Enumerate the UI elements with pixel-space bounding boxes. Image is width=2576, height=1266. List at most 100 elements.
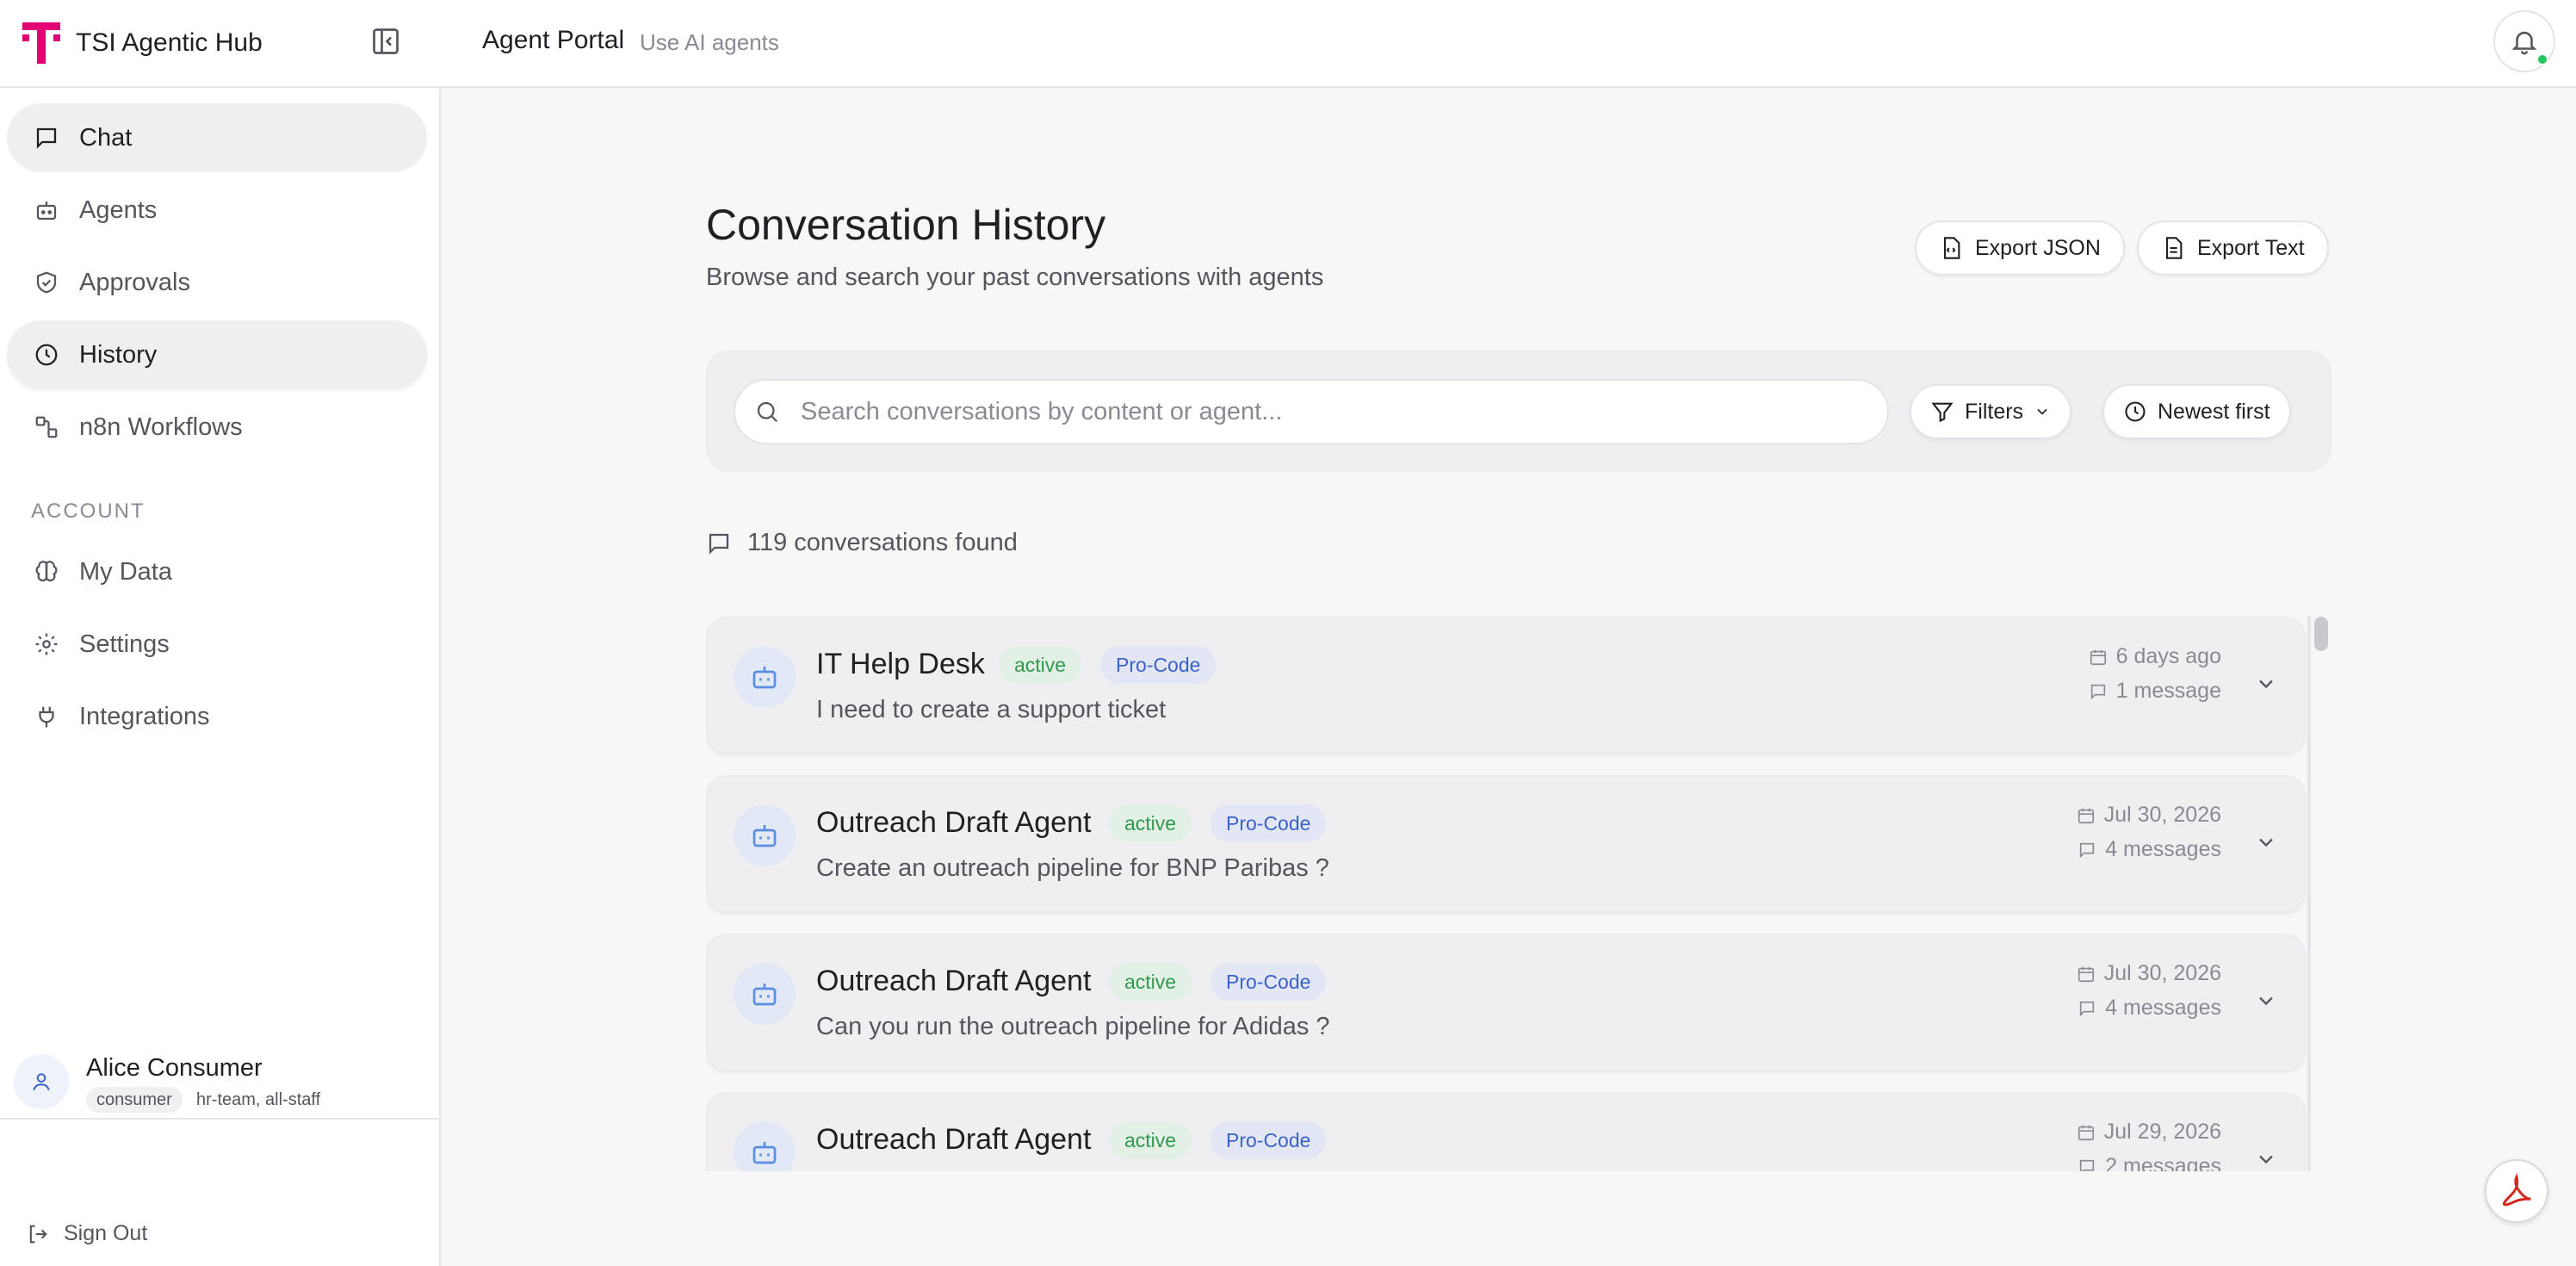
chat-bubble-icon [2089, 682, 2108, 701]
sidebar-item-label: My Data [79, 557, 172, 586]
conversation-date-label: Jul 29, 2026 [2103, 1120, 2221, 1144]
chevron-down-icon[interactable] [2254, 830, 2278, 854]
sidebar-item-history[interactable]: History [7, 320, 427, 389]
page-title: Conversation History [706, 201, 1106, 249]
conversation-message-count: 4 messages [2078, 837, 2221, 862]
notifications-button[interactable] [2493, 10, 2555, 72]
conversation-card[interactable]: Outreach Draft Agent active Pro-Code Cre… [706, 775, 2306, 913]
sidebar-item-label: Settings [79, 630, 170, 658]
portal-subtitle: Use AI agents [640, 29, 779, 55]
workflow-icon [33, 413, 60, 441]
chat-bubble-icon [2078, 1157, 2096, 1171]
file-code-icon [1939, 236, 1963, 260]
sign-out-label: Sign Out [64, 1221, 148, 1245]
plug-icon [33, 703, 60, 730]
conversation-preview: I need to create a support ticket [816, 696, 1167, 723]
conversation-message-count: 1 message [2089, 679, 2221, 704]
conversation-message-count: 2 messages [2078, 1154, 2221, 1171]
portal-title: Agent Portal [482, 26, 625, 54]
chat-bubble-icon [709, 533, 729, 555]
brand[interactable]: TSI Agentic Hub [22, 19, 263, 67]
export-text-label: Export Text [2197, 235, 2305, 260]
scrollbar-track[interactable] [2307, 617, 2311, 1171]
chat-bubble-icon [33, 124, 60, 152]
filters-label: Filters [1965, 399, 2024, 424]
sidebar-item-chat[interactable]: Chat [7, 103, 427, 172]
gear-icon [33, 630, 60, 658]
conversation-message-count-label: 4 messages [2105, 996, 2221, 1020]
online-status-dot [2536, 53, 2548, 65]
conversation-message-count-label: 4 messages [2105, 837, 2221, 861]
acrobat-pdf-icon [2502, 1173, 2531, 1207]
sidebar-item-n8n-workflows[interactable]: n8n Workflows [7, 393, 427, 462]
conversation-agent-name: Outreach Draft Agent [816, 806, 1092, 839]
calendar-icon [2077, 965, 2096, 984]
sidebar-item-label: Approvals [79, 268, 190, 296]
sidebar-item-label: n8n Workflows [79, 413, 243, 441]
type-badge: Pro-Code [1100, 646, 1217, 684]
search-field[interactable] [734, 379, 1889, 444]
conversation-preview: Can you run the outreach pipeline for Ad… [816, 1013, 1330, 1040]
sidebar-item-approvals[interactable]: Approvals [7, 248, 427, 317]
account-section-label: ACCOUNT [31, 500, 146, 523]
conversation-date: 6 days ago [2089, 644, 2221, 669]
robot-icon [734, 1121, 796, 1171]
export-text-button[interactable]: Export Text [2137, 220, 2329, 276]
bell-icon [2511, 31, 2537, 55]
search-icon [757, 401, 778, 423]
user-icon [33, 1073, 50, 1091]
sidebar-item-agents[interactable]: Agents [7, 176, 427, 245]
status-badge: active [999, 646, 1082, 684]
conversation-agent-name: Outreach Draft Agent [816, 965, 1092, 997]
clock-icon [33, 341, 60, 369]
scrollbar-thumb[interactable] [2314, 617, 2328, 651]
chat-bubble-icon [2078, 999, 2096, 1018]
status-badge: active [1109, 804, 1192, 842]
type-badge: Pro-Code [1211, 804, 1327, 842]
export-json-button[interactable]: Export JSON [1915, 220, 2125, 276]
chevron-down-icon[interactable] [2254, 1147, 2278, 1171]
file-text-icon [2161, 236, 2185, 260]
type-badge: Pro-Code [1211, 1121, 1327, 1159]
brain-icon [33, 558, 60, 586]
sidebar-item-label: History [79, 340, 158, 369]
conversation-card[interactable]: Outreach Draft Agent active Pro-Code Jul… [706, 1092, 2306, 1171]
conversation-agent-name: IT Help Desk [816, 648, 985, 680]
chevron-down-icon[interactable] [2254, 672, 2278, 696]
conversation-date: Jul 29, 2026 [2077, 1120, 2221, 1145]
sidebar-item-settings[interactable]: Settings [7, 610, 427, 679]
role-badge: consumer [86, 1087, 183, 1113]
conversation-card[interactable]: Outreach Draft Agent active Pro-Code Can… [706, 934, 2306, 1071]
sidebar-item-integrations[interactable]: Integrations [7, 682, 427, 751]
conversation-message-count-label: 2 messages [2105, 1154, 2221, 1171]
telekom-logo-icon [22, 22, 60, 64]
sidebar-item-label: Chat [79, 123, 133, 152]
calendar-icon [2089, 648, 2108, 667]
conversation-preview: Create an outreach pipeline for BNP Pari… [816, 854, 1329, 882]
robot-icon [734, 963, 796, 1025]
calendar-icon [2077, 1123, 2096, 1142]
robot-icon [734, 646, 796, 708]
sort-button[interactable]: Newest first [2102, 384, 2291, 439]
conversation-date-label: 6 days ago [2115, 644, 2221, 668]
chevron-down-icon[interactable] [2254, 989, 2278, 1013]
sidebar-item-label: Agents [79, 195, 158, 224]
pdf-reader-button[interactable] [2485, 1159, 2548, 1223]
sign-out-button[interactable]: Sign Out [26, 1221, 147, 1246]
user-groups: hr-team, all-staff [196, 1090, 321, 1109]
conversation-card[interactable]: IT Help Desk active Pro-Code I need to c… [706, 617, 2306, 754]
sidebar-item-my-data[interactable]: My Data [7, 537, 427, 606]
filter-icon [1930, 400, 1954, 424]
conversation-message-count: 4 messages [2078, 996, 2221, 1021]
sidebar-divider [0, 1118, 439, 1120]
calendar-icon [2077, 806, 2096, 825]
conversation-date-label: Jul 30, 2026 [2103, 961, 2221, 985]
filters-button[interactable]: Filters [1910, 384, 2072, 439]
user-avatar[interactable] [14, 1054, 69, 1109]
conversation-list: IT Help Desk active Pro-Code I need to c… [706, 617, 2331, 1171]
collapse-sidebar-icon[interactable] [370, 26, 401, 57]
search-input[interactable] [801, 397, 1834, 426]
user-name: Alice Consumer [86, 1054, 263, 1082]
robot-icon [734, 804, 796, 866]
conversation-date-label: Jul 30, 2026 [2103, 803, 2221, 827]
